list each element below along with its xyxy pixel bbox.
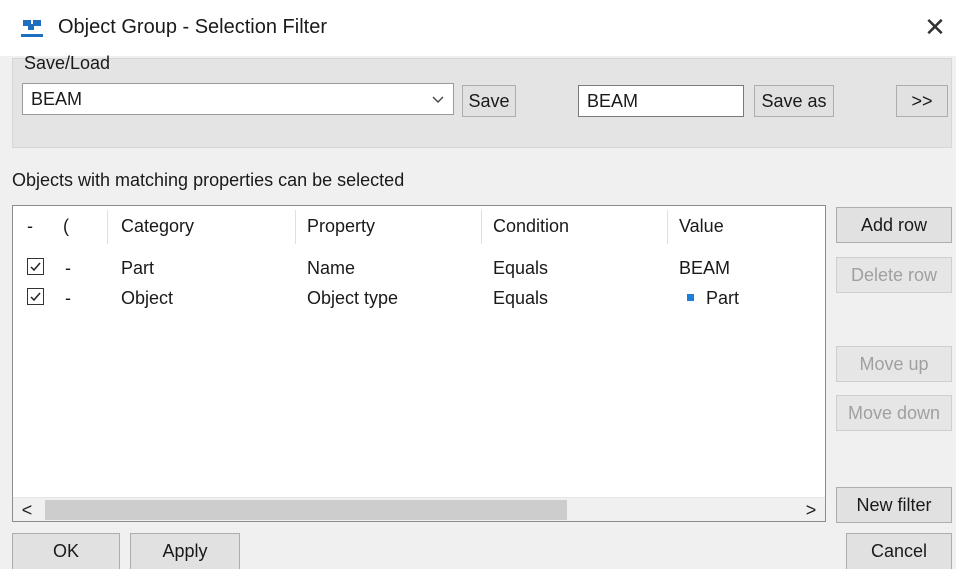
filter-table[interactable]: - ( Category Property Condition Value - … — [12, 205, 826, 522]
blue-square-icon — [687, 294, 694, 301]
info-label: Objects with matching properties can be … — [12, 170, 405, 190]
row-paren[interactable]: - — [65, 288, 71, 309]
row-enable-checkbox[interactable] — [27, 258, 44, 275]
row-value: Part — [706, 288, 740, 308]
save-as-name-value: BEAM — [587, 91, 639, 111]
scroll-left-arrow-icon[interactable]: < — [15, 499, 39, 521]
close-icon[interactable]: ✕ — [918, 10, 952, 44]
column-header-condition[interactable]: Condition — [493, 216, 569, 237]
tekla-app-icon — [20, 18, 46, 40]
apply-button[interactable]: Apply — [130, 533, 240, 569]
ok-button[interactable]: OK — [12, 533, 120, 569]
row-category[interactable]: Object — [121, 288, 173, 309]
saved-settings-dropdown[interactable]: BEAM — [22, 83, 454, 115]
delete-row-button[interactable]: Delete row — [836, 257, 952, 293]
column-divider[interactable] — [295, 210, 296, 244]
save-load-caption: Save/Load — [24, 53, 111, 73]
save-as-name-field[interactable]: BEAM — [578, 85, 744, 117]
row-condition[interactable]: Equals — [493, 288, 548, 309]
row-enable-checkbox[interactable] — [27, 288, 44, 305]
column-header-value[interactable]: Value — [679, 216, 724, 237]
row-condition[interactable]: Equals — [493, 258, 548, 279]
window-title: Object Group - Selection Filter — [58, 16, 327, 38]
column-header-category[interactable]: Category — [121, 216, 194, 237]
row-category[interactable]: Part — [121, 258, 154, 279]
add-row-button[interactable]: Add row — [836, 207, 952, 243]
title-bar: Object Group - Selection Filter ✕ — [0, 0, 956, 56]
column-header-dash[interactable]: - — [27, 216, 33, 237]
save-as-button[interactable]: Save as — [754, 85, 834, 117]
scrollbar-thumb[interactable] — [45, 500, 567, 520]
row-paren[interactable]: - — [65, 258, 71, 279]
save-button[interactable]: Save — [462, 85, 516, 117]
saved-settings-value: BEAM — [31, 89, 83, 109]
row-property[interactable]: Object type — [307, 288, 398, 309]
row-property[interactable]: Name — [307, 258, 355, 279]
chevron-down-icon — [431, 90, 445, 104]
scroll-right-arrow-icon[interactable]: > — [799, 499, 823, 521]
new-filter-button[interactable]: New filter — [836, 487, 952, 523]
column-divider[interactable] — [481, 210, 482, 244]
move-down-button[interactable]: Move down — [836, 395, 952, 431]
column-header-paren[interactable]: ( — [63, 216, 69, 237]
column-divider[interactable] — [107, 210, 108, 244]
horizontal-scrollbar[interactable]: < > — [13, 497, 825, 521]
cancel-button[interactable]: Cancel — [846, 533, 952, 569]
row-value[interactable]: BEAM — [679, 258, 730, 279]
expand-button[interactable]: >> — [896, 85, 948, 117]
move-up-button[interactable]: Move up — [836, 346, 952, 382]
column-divider[interactable] — [667, 210, 668, 244]
column-header-property[interactable]: Property — [307, 216, 375, 237]
row-value-cell[interactable]: Part — [687, 288, 739, 309]
